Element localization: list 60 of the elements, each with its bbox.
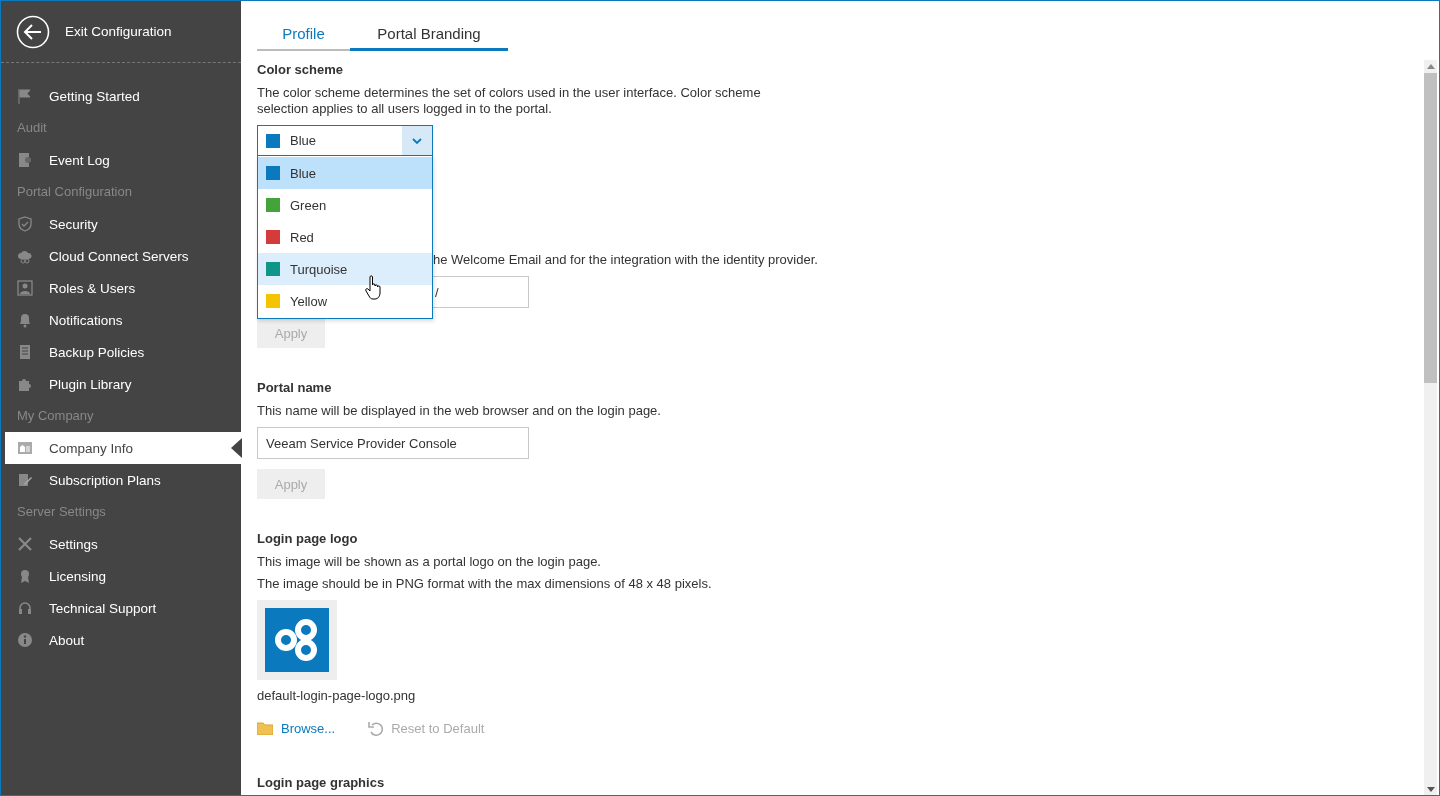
section-heading: Audit [16,119,48,137]
info-icon [17,632,33,648]
description-text: This name will be displayed in the web browser and on the login page. [257,403,662,419]
file-name: default-login-page-logo.png [257,688,417,704]
tab[interactable]: Profile [257,19,350,51]
scroll-down-icon[interactable] [1426,787,1435,792]
building-icon [17,440,33,456]
section-title: Login page graphics [257,774,385,792]
portal-name-field[interactable]: Veeam Service Provider Console [257,427,529,459]
sidebar-item[interactable]: Backup Policies [1,336,241,368]
headset-icon [17,600,33,616]
sidebar-item[interactable]: Event Log [1,144,241,176]
scrollbar[interactable] [1424,60,1437,795]
section-heading: My Company [16,407,95,425]
dropdown-option[interactable]: Yellow [258,285,432,317]
description-text: The color scheme determines the set of colors used in the user interface. Color scheme selection applies to all users logged in to the portal. [257,85,762,117]
exit-configuration-link[interactable]: Exit Configuration [65,24,172,39]
sidebar-item[interactable]: Notifications [1,304,241,336]
chevron-down-icon [412,137,422,144]
color-scheme-dropdown[interactable]: Blue [257,125,433,156]
sidebar-item[interactable]: Roles & Users [1,272,241,304]
sidebar-item[interactable]: Subscription Plans [1,464,241,496]
selection-notch [231,438,242,458]
pencil-note-icon [17,472,33,488]
hand-cursor-icon [364,275,384,301]
section-title: Login page logo [257,530,358,548]
cloud-icon [17,248,33,264]
description-text: he Welcome Email and for the integration with the identity provider. [433,252,818,268]
sidebar-item[interactable]: Cloud Connect Servers [1,240,241,272]
description-text: This image will be shown as a portal logo on the login page. [257,554,602,570]
bell-icon [17,312,33,328]
folder-icon [257,721,273,735]
sidebar-item[interactable]: Company Info [5,432,241,464]
undo-icon [367,720,384,736]
section-heading: Portal Configuration [16,183,133,201]
dropdown-option[interactable]: Green [258,189,432,221]
dropdown-option[interactable]: Turquoise [258,253,432,285]
description-text: The image should be in PNG format with the max dimensions of 48 x 48 pixels. [257,576,713,592]
puzzle-icon [17,376,33,392]
input-field[interactable]: / [433,276,529,308]
section-heading: Server Settings [16,503,107,521]
section-title: Color scheme [257,61,343,79]
document-icon [17,344,33,360]
sidebar-item[interactable]: Security [1,208,241,240]
dropdown-option[interactable]: Red [258,221,432,253]
dropdown-option[interactable]: Blue [258,157,432,189]
sidebar-item[interactable]: Plugin Library [1,368,241,400]
flag-icon [17,88,33,104]
shield-icon [17,216,33,232]
browse-link[interactable]: Browse... [257,720,336,736]
sidebar-item[interactable]: Technical Support [1,592,241,624]
logo-icon [265,608,329,672]
sidebar-item[interactable]: Settings [1,528,241,560]
sidebar-item[interactable]: Getting Started [1,80,241,112]
tab[interactable]: Portal Branding [350,19,508,51]
sidebar-item[interactable]: About [1,624,241,656]
user-card-icon [17,280,33,296]
sidebar-item[interactable]: Licensing [1,560,241,592]
scroll-up-icon[interactable] [1426,64,1435,69]
section-title: Portal name [257,379,332,397]
